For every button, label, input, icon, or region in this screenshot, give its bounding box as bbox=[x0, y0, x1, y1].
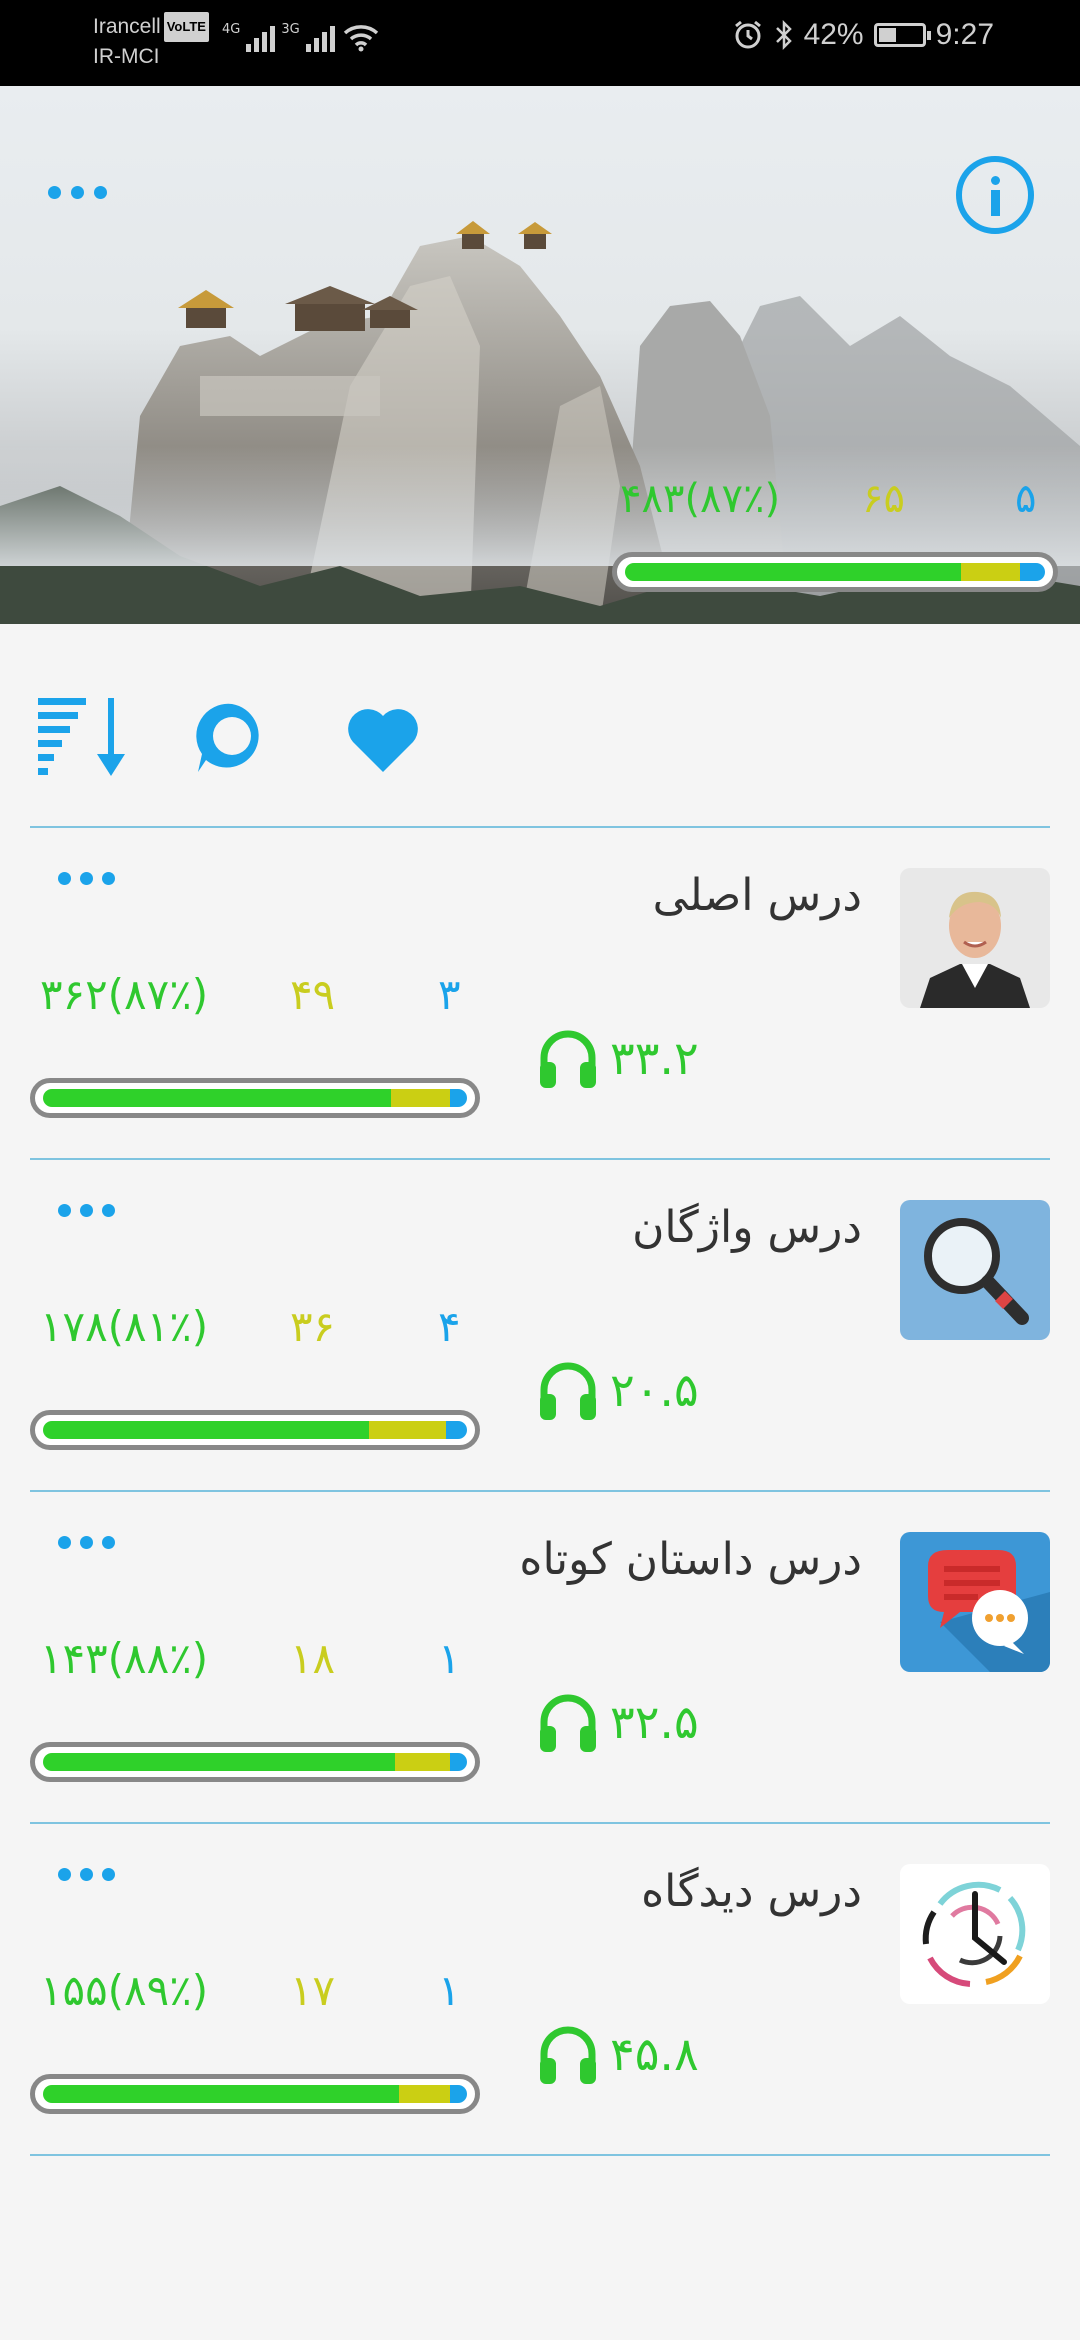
carrier-name-1: Irancell bbox=[93, 15, 161, 38]
divider bbox=[30, 1158, 1050, 1160]
progress-blue bbox=[445, 1421, 467, 1439]
status-right: 42% 9:27 bbox=[732, 18, 994, 52]
progress-track bbox=[43, 2085, 467, 2103]
progress-track bbox=[43, 1753, 467, 1771]
signal-indicators: 4G 3G bbox=[222, 22, 381, 52]
heart-icon[interactable] bbox=[345, 706, 421, 774]
lesson-title: درس داستان کوتاه bbox=[519, 1534, 862, 1585]
lesson-thumbnail bbox=[900, 1200, 1050, 1340]
listen-time[interactable]: ۴۵.۸ bbox=[536, 2022, 699, 2086]
lesson-total: ۱۴۳(۸۸٪) bbox=[40, 1634, 209, 1683]
progress-green bbox=[43, 1753, 395, 1771]
volte-badge: VoLTE bbox=[163, 12, 209, 43]
progress-yellow bbox=[369, 1421, 446, 1439]
lesson-progress-bar bbox=[30, 2074, 480, 2114]
lesson-total: ۳۶۲(۸۷٪) bbox=[40, 970, 209, 1019]
lesson-title: درس دیدگاه bbox=[641, 1866, 862, 1917]
comment-icon[interactable] bbox=[192, 698, 272, 778]
network-type-1: 4G bbox=[222, 22, 241, 37]
lesson-menu-button[interactable] bbox=[58, 1868, 115, 1881]
toolbar bbox=[0, 690, 1080, 790]
bluetooth-icon bbox=[775, 19, 792, 51]
listen-value: ۳۲.۵ bbox=[610, 1695, 699, 1749]
progress-green bbox=[625, 563, 961, 581]
battery-icon bbox=[873, 23, 931, 47]
lesson-row[interactable]: درس دیدگاه ۱۵۵(۸۹٪) ۱۷ ۱ ۴۵.۸ bbox=[0, 1826, 1080, 2156]
headphones-icon bbox=[540, 1362, 596, 1420]
progress-blue bbox=[450, 1753, 467, 1771]
progress-blue bbox=[450, 2085, 467, 2103]
hero-banner: ۴۸۳(۸۷٪) ۶۵ ۵ bbox=[0, 86, 1080, 624]
lesson-progress-bar bbox=[30, 1410, 480, 1450]
lesson-middle: ۱۸ bbox=[290, 1634, 336, 1683]
listen-time[interactable]: ۳۲.۵ bbox=[536, 1690, 699, 1754]
battery-percent: 42% bbox=[803, 18, 864, 51]
lesson-progress-bar bbox=[30, 1078, 480, 1118]
alarm-icon bbox=[734, 20, 761, 49]
headphones-icon bbox=[540, 1030, 596, 1088]
lesson-row[interactable]: درس داستان کوتاه ۱۴۳(۸۸٪) ۱۸ ۱ ۳۲.۵ bbox=[0, 1494, 1080, 1824]
lesson-row[interactable]: درس واژگان ۱۷۸(۸۱٪) ۳۶ ۴ ۲۰.۵ bbox=[0, 1162, 1080, 1492]
status-bar: Irancell VoLTE IR-MCI 4G 3G 42% 9:27 bbox=[0, 0, 1080, 86]
listen-value: ۳۳.۲ bbox=[610, 1031, 699, 1085]
lesson-title: درس اصلی bbox=[652, 870, 862, 921]
header-right: ۵ bbox=[1015, 476, 1037, 522]
signal-bars-icon bbox=[246, 22, 276, 52]
divider bbox=[30, 1490, 1050, 1492]
lesson-thumbnail bbox=[900, 1532, 1050, 1672]
lesson-thumbnail bbox=[900, 1864, 1050, 2004]
listen-time[interactable]: ۲۰.۵ bbox=[536, 1358, 699, 1422]
progress-yellow bbox=[390, 1089, 451, 1107]
listen-time[interactable]: ۳۳.۲ bbox=[536, 1026, 699, 1090]
lesson-middle: ۴۹ bbox=[290, 970, 336, 1019]
progress-green bbox=[43, 1421, 370, 1439]
listen-value: ۴۵.۸ bbox=[610, 2027, 699, 2081]
lesson-right: ۱ bbox=[438, 1966, 461, 2015]
progress-blue bbox=[1019, 563, 1045, 581]
lesson-thumbnail bbox=[900, 868, 1050, 1008]
signal-bars-icon bbox=[305, 22, 335, 52]
progress-yellow bbox=[394, 1753, 451, 1771]
lesson-menu-button[interactable] bbox=[58, 1204, 115, 1217]
lesson-total: ۱۵۵(۸۹٪) bbox=[40, 1966, 209, 2015]
lesson-middle: ۱۷ bbox=[290, 1966, 336, 2015]
lesson-progress-bar bbox=[30, 1742, 480, 1782]
listen-value: ۲۰.۵ bbox=[610, 1363, 699, 1417]
lesson-menu-button[interactable] bbox=[58, 1536, 115, 1549]
header-total: ۴۸۳(۸۷٪) bbox=[620, 476, 781, 522]
lesson-right: ۱ bbox=[438, 1634, 461, 1683]
hero-menu-button[interactable] bbox=[48, 186, 107, 199]
progress-track bbox=[625, 563, 1045, 581]
lesson-title: درس واژگان bbox=[632, 1202, 862, 1253]
network-type-2: 3G bbox=[281, 22, 300, 37]
progress-track bbox=[43, 1421, 467, 1439]
sort-icon[interactable] bbox=[34, 690, 134, 780]
lesson-right: ۴ bbox=[438, 1302, 461, 1351]
headphones-icon bbox=[540, 1694, 596, 1752]
lesson-menu-button[interactable] bbox=[58, 872, 115, 885]
carrier-info: Irancell VoLTE IR-MCI bbox=[93, 12, 209, 72]
divider bbox=[30, 826, 1050, 828]
progress-green bbox=[43, 2085, 400, 2103]
progress-yellow bbox=[961, 563, 1020, 581]
headphones-icon bbox=[540, 2026, 596, 2084]
lesson-right: ۳ bbox=[438, 970, 461, 1019]
carrier-name-2: IR-MCI bbox=[93, 45, 160, 69]
lesson-middle: ۳۶ bbox=[290, 1302, 336, 1351]
progress-green bbox=[43, 1089, 391, 1107]
info-icon[interactable] bbox=[956, 156, 1034, 234]
wifi-icon bbox=[343, 25, 378, 52]
header-progress-bar bbox=[612, 552, 1058, 592]
clock-time: 9:27 bbox=[935, 18, 994, 51]
mountain-temple-image bbox=[0, 221, 1080, 624]
divider bbox=[30, 2154, 1050, 2156]
progress-blue bbox=[450, 1089, 467, 1107]
divider bbox=[30, 1822, 1050, 1824]
progress-yellow bbox=[399, 2085, 451, 2103]
lesson-row[interactable]: درس اصلی ۳۶۲(۸۷٪) ۴۹ ۳ ۳۳.۲ bbox=[0, 830, 1080, 1160]
lesson-total: ۱۷۸(۸۱٪) bbox=[40, 1302, 209, 1351]
header-middle: ۶۵ bbox=[862, 476, 905, 522]
progress-track bbox=[43, 1089, 467, 1107]
